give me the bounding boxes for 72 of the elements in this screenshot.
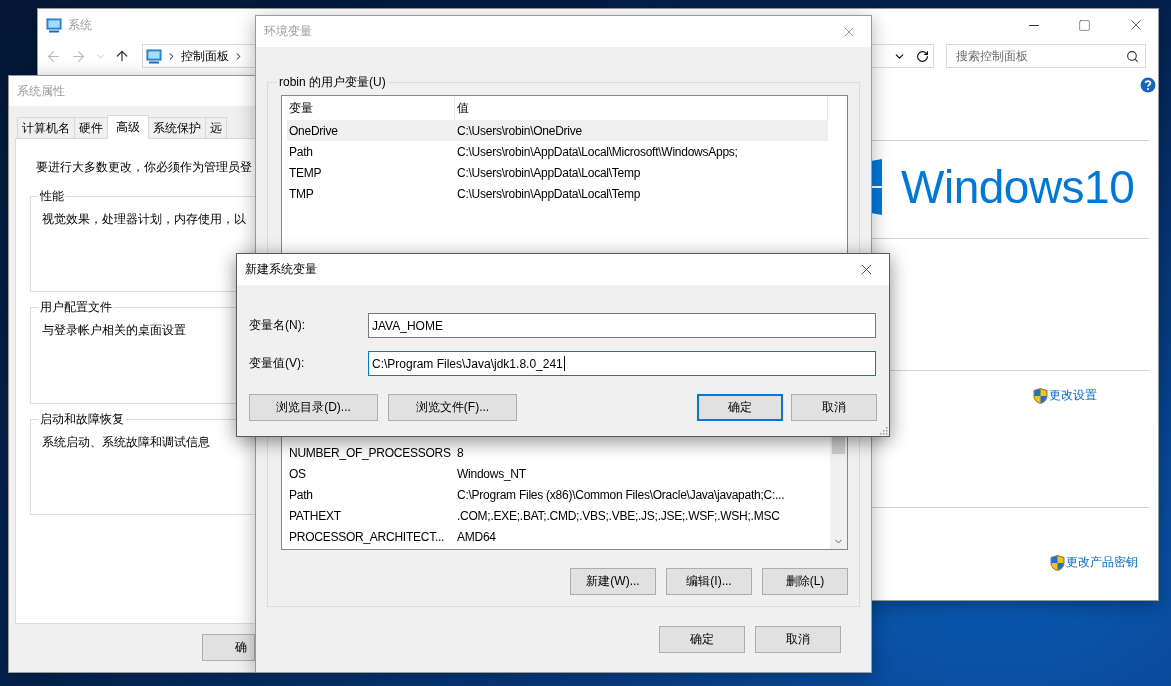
field-label: 变量值(V): [249,355,306,372]
group-description: 系统启动、系统故障和调试信息 [42,434,211,451]
ok-button[interactable]: 确 [202,634,255,661]
list-row[interactable]: Path C:\Program Files (x86)\Common Files\Oracle\Java\javapath;C:... [287,484,828,505]
dialog-button[interactable]: 取消 [755,626,841,653]
minimize-icon [1028,24,1039,26]
table-cell-text: C:\Users\robin\AppData\Local\Temp [456,165,641,180]
table-cell-text: 8 [456,445,464,460]
list-row[interactable]: OneDrive C:\Users\robin\OneDrive [287,120,828,141]
shield-icon [1050,554,1065,571]
group-description: 与登录帐户相关的桌面设置 [42,322,187,339]
tab[interactable]: 高级 [107,115,149,139]
table-cell-text: .COM;.EXE;.BAT;.CMD;.VBS;.VBE;.JS;.JSE;.WSF;.WSH;.MSC [456,508,780,523]
list-row[interactable]: Path C:\Users\robin\AppData\Local\Microsoft\WindowsApps; [287,141,828,162]
window-title: 系统属性 [17,82,65,100]
list-row[interactable]: OS Windows_NT [287,463,828,484]
shield-icon [1033,387,1048,404]
group-description: 视觉效果，处理器计划，内存使用，以 [42,211,247,228]
field-label: 变量名(N): [249,317,306,334]
table-cell-text: Path [288,144,314,159]
help-icon[interactable] [1140,77,1156,93]
dialog-button[interactable]: 确定 [659,626,745,653]
resize-grip-icon [878,425,888,435]
list-row[interactable]: NUMBER_OF_PROCESSORS 8 [287,442,828,463]
search-icon [1126,49,1139,63]
action-button[interactable]: 编辑(I)... [666,568,752,595]
admin-notice: 要进行大多数更改，你必须作为管理员登 [36,160,252,174]
table-cell-text: C:\Users\robin\AppData\Local\Microsoft\WindowsApps; [456,144,738,159]
dialog-button[interactable]: 确定 [697,394,783,421]
window-title: 系统 [68,16,92,34]
list-row[interactable]: PATHEXT .COM;.EXE;.BAT;.CMD;.VBS;.VBE;.JS;.JSE;.WSF;.WSH;.MSC [287,505,828,526]
table-cell-text: C:\Users\robin\OneDrive [456,123,582,138]
tab[interactable]: 远 [205,117,227,139]
monitor-icon [146,48,162,64]
browse-button[interactable]: 浏览文件(F)... [388,394,517,421]
table-cell-text: C:\Users\robin\AppData\Local\Temp [456,186,641,201]
table-cell-text: OneDrive [288,123,339,138]
windows-logo-text: Windows10 [901,163,1135,210]
maximize-icon [1078,18,1091,32]
search-field[interactable]: 搜索控制面板 [946,44,1146,68]
table-cell-text: TMP [288,186,315,201]
table-cell-text: NUMBER_OF_PROCESSORS [288,445,452,460]
change-settings-link[interactable]: 更改设置 [1049,387,1097,404]
table-cell-text: TEMP [288,165,323,180]
table-cell-text: OS [288,466,307,481]
list-row[interactable]: TMP C:\Users\robin\AppData\Local\Temp [287,183,828,204]
group-title: 性能 [39,188,65,205]
group-title: 用户配置文件 [39,299,113,316]
group-title: robin 的用户变量(U) [278,74,387,91]
windows-logo-icon [871,158,882,215]
monitor-icon [46,17,62,33]
breadcrumb-item[interactable]: 控制面板 [181,47,229,65]
table-cell-text: Path [288,487,314,502]
change-product-key-link[interactable]: 更改产品密钥 [1066,554,1138,571]
tab[interactable]: 计算机名 [17,117,75,139]
action-button[interactable]: 删除(L) [762,568,848,595]
input-field[interactable]: C:\Program Files\Java\jdk1.8.0_241 [368,351,876,376]
window-title: 环境变量 [264,23,312,40]
input-field[interactable]: JAVA_HOME [368,313,876,338]
dialog-title: 新建系统变量 [245,261,317,278]
action-button[interactable]: 新建(W)... [570,568,656,595]
dialog-button[interactable]: 取消 [791,394,877,421]
table-cell-text: PATHEXT [288,508,342,523]
list-row[interactable]: PROCESSOR_ARCHITECT... AMD64 [287,526,828,547]
list-row[interactable]: TEMP C:\Users\robin\AppData\Local\Temp [287,162,828,183]
group-title: 启动和故障恢复 [39,411,125,428]
refresh-icon[interactable] [916,49,929,63]
table-cell-text: Windows_NT [456,466,526,481]
table-cell-text: C:\Program Files (x86)\Common Files\Oracle\Java\javapath;C:... [456,487,785,502]
table-cell-text: AMD64 [456,529,496,544]
table-cell-text: PROCESSOR_ARCHITECT... [288,529,446,544]
browse-button[interactable]: 浏览目录(D)... [249,394,378,421]
